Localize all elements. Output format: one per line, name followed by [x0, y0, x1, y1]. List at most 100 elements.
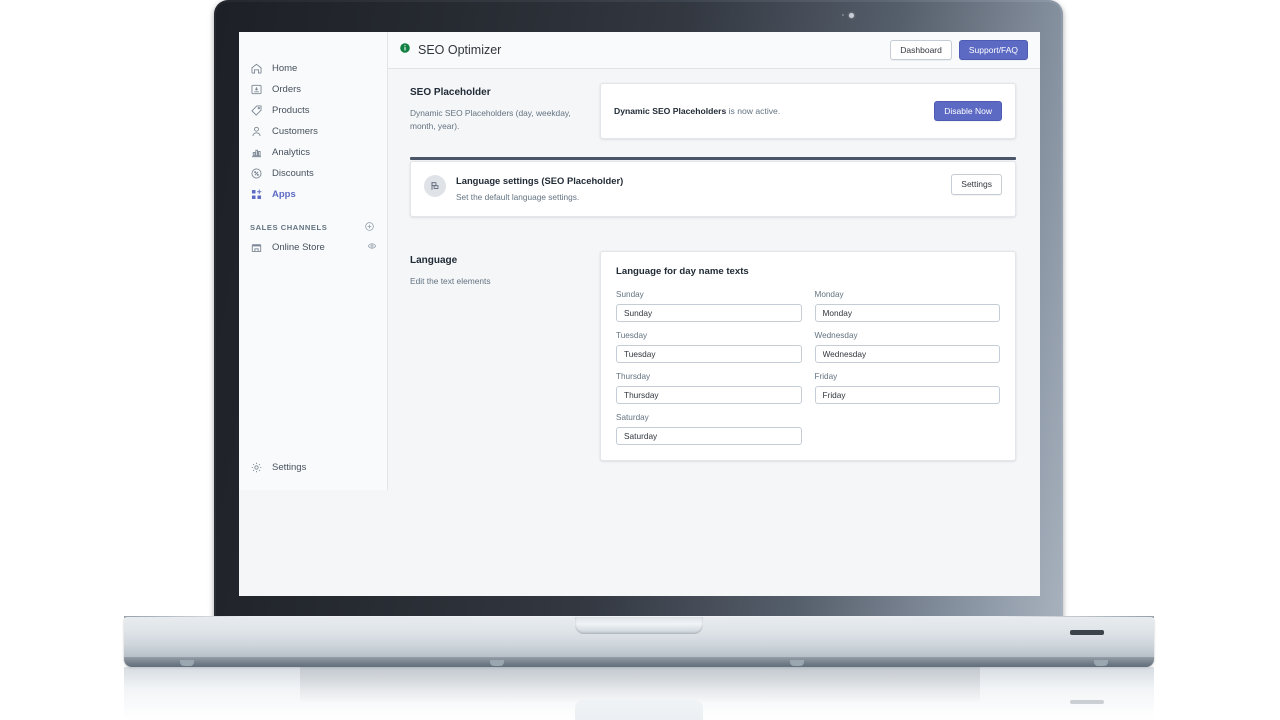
- apps-grid-icon: [250, 188, 263, 201]
- dashboard-button[interactable]: Dashboard: [890, 39, 952, 61]
- orders-icon: [250, 83, 263, 96]
- products-tag-icon: [250, 104, 263, 117]
- day-names-grid: Sunday Monday Tuesday: [616, 290, 1000, 445]
- webcam-sensor-dot: [842, 14, 844, 16]
- sidebar-item-analytics[interactable]: Analytics: [239, 142, 387, 163]
- language-description: Edit the text elements: [410, 276, 491, 286]
- sidebar-item-settings[interactable]: Settings: [239, 457, 387, 478]
- laptop-screen: Home Orders Products Customers Analytics…: [239, 32, 1040, 596]
- section-divider-bar: [410, 157, 1016, 160]
- sidebar-item-label: Apps: [272, 189, 296, 200]
- sidebar-item-label: Online Store: [272, 242, 325, 253]
- field-sunday: Sunday: [616, 290, 802, 322]
- status-rest: is now active.: [726, 106, 781, 116]
- sidebar-item-label: Analytics: [272, 147, 311, 158]
- sidebar-item-label: Products: [272, 105, 310, 116]
- language-settings-card: Language settings (SEO Placeholder) Set …: [410, 161, 1016, 217]
- field-wednesday: Wednesday: [814, 331, 1000, 363]
- sidebar-item-label: Discounts: [272, 168, 314, 179]
- sidebar-bottom: Settings: [239, 457, 387, 490]
- info-circle-icon: [399, 41, 411, 59]
- disable-now-button[interactable]: Disable Now: [934, 100, 1002, 122]
- field-label: Tuesday: [616, 331, 648, 340]
- laptop-foot-midleft: [490, 660, 504, 666]
- sidebar-item-orders[interactable]: Orders: [239, 79, 387, 100]
- laptop-base-underside: [124, 657, 1154, 667]
- sidebar-item-label: Home: [272, 63, 298, 74]
- sidebar-item-label: Customers: [272, 126, 318, 137]
- day-names-form-card: Language for day name texts Sunday Monda…: [600, 251, 1016, 461]
- field-tuesday: Tuesday: [616, 331, 802, 363]
- field-monday: Monday: [814, 290, 1000, 322]
- analytics-bars-icon: [250, 146, 263, 159]
- support-faq-button[interactable]: Support/FAQ: [958, 39, 1028, 61]
- sidebar-item-products[interactable]: Products: [239, 100, 387, 121]
- friday-input[interactable]: [814, 386, 1000, 404]
- saturday-input[interactable]: [616, 427, 802, 445]
- field-label: Saturday: [616, 413, 649, 422]
- sidebar-section-sales-channels: SALES CHANNELS: [239, 217, 387, 237]
- app-topbar: SEO Optimizer Dashboard Support/FAQ: [388, 32, 1040, 69]
- flag-icon: [424, 175, 446, 197]
- seo-placeholder-title: SEO Placeholder: [410, 87, 491, 98]
- content-area: SEO Placeholder Dynamic SEO Placeholders…: [388, 69, 1040, 596]
- laptop-base-port: [1070, 630, 1104, 635]
- thursday-input[interactable]: [616, 386, 802, 404]
- customers-person-icon: [250, 125, 263, 138]
- sidebar-section-label: SALES CHANNELS: [250, 222, 328, 232]
- sidebar-item-customers[interactable]: Customers: [239, 121, 387, 142]
- laptop-foot-right: [1094, 660, 1108, 666]
- field-label: Thursday: [616, 372, 651, 381]
- sidebar-item-discounts[interactable]: Discounts: [239, 163, 387, 184]
- status-card: Dynamic SEO Placeholders is now active. …: [600, 83, 1016, 139]
- discounts-percent-icon: [250, 167, 263, 180]
- laptop-base-notch: [575, 617, 703, 634]
- day-names-form-title: Language for day name texts: [616, 266, 749, 277]
- language-info: Language Edit the text elements: [410, 251, 578, 288]
- plus-circle-icon[interactable]: [364, 221, 375, 234]
- language-title: Language: [410, 255, 458, 266]
- status-strong: Dynamic SEO Placeholders: [614, 106, 727, 116]
- sidebar-item-online-store[interactable]: Online Store: [239, 237, 387, 258]
- field-label: Sunday: [616, 290, 644, 299]
- sidebar: Home Orders Products Customers Analytics…: [239, 32, 388, 490]
- laptop-foot-left: [180, 660, 194, 666]
- laptop-reflection-port: [1070, 700, 1104, 704]
- language-settings-subtitle: Set the default language settings.: [456, 192, 580, 202]
- language-section: Language Edit the text elements Language…: [410, 251, 1016, 461]
- sunday-input[interactable]: [616, 304, 802, 322]
- monday-input[interactable]: [814, 304, 1000, 322]
- gear-icon: [250, 461, 263, 474]
- seo-placeholder-section: SEO Placeholder Dynamic SEO Placeholders…: [410, 83, 1016, 139]
- store-icon: [250, 241, 263, 254]
- laptop-reflection-notch: [575, 700, 703, 720]
- screenshot-stage: Home Orders Products Customers Analytics…: [0, 0, 1280, 720]
- sidebar-item-home[interactable]: Home: [239, 58, 387, 79]
- sidebar-item-label: Orders: [272, 84, 302, 95]
- field-saturday: Saturday: [616, 413, 802, 445]
- field-friday: Friday: [814, 372, 1000, 404]
- language-settings-title: Language settings (SEO Placeholder): [456, 175, 624, 186]
- webcam-icon: [849, 13, 854, 18]
- sidebar-item-apps[interactable]: Apps: [239, 184, 387, 205]
- field-label: Monday: [814, 290, 844, 299]
- eye-icon[interactable]: [367, 241, 377, 254]
- page-title: SEO Optimizer: [418, 43, 502, 57]
- home-icon: [250, 62, 263, 75]
- seo-placeholder-info: SEO Placeholder Dynamic SEO Placeholders…: [410, 83, 578, 133]
- field-label: Wednesday: [814, 331, 858, 340]
- laptop-foot-midright: [790, 660, 804, 666]
- app-window: Home Orders Products Customers Analytics…: [239, 32, 1040, 596]
- main-area: SEO Optimizer Dashboard Support/FAQ SEO …: [388, 32, 1040, 596]
- seo-placeholder-status-wrap: Dynamic SEO Placeholders is now active. …: [600, 83, 1016, 139]
- wednesday-input[interactable]: [814, 345, 1000, 363]
- tuesday-input[interactable]: [616, 345, 802, 363]
- field-thursday: Thursday: [616, 372, 802, 404]
- seo-placeholder-description: Dynamic SEO Placeholders (day, weekday, …: [410, 108, 571, 132]
- sidebar-nav-list: Home Orders Products Customers Analytics…: [239, 58, 387, 258]
- field-label: Friday: [814, 372, 838, 381]
- language-settings-body: Language settings (SEO Placeholder) Set …: [456, 174, 941, 202]
- language-settings-button[interactable]: Settings: [951, 174, 1002, 195]
- status-message: Dynamic SEO Placeholders is now active.: [614, 106, 934, 116]
